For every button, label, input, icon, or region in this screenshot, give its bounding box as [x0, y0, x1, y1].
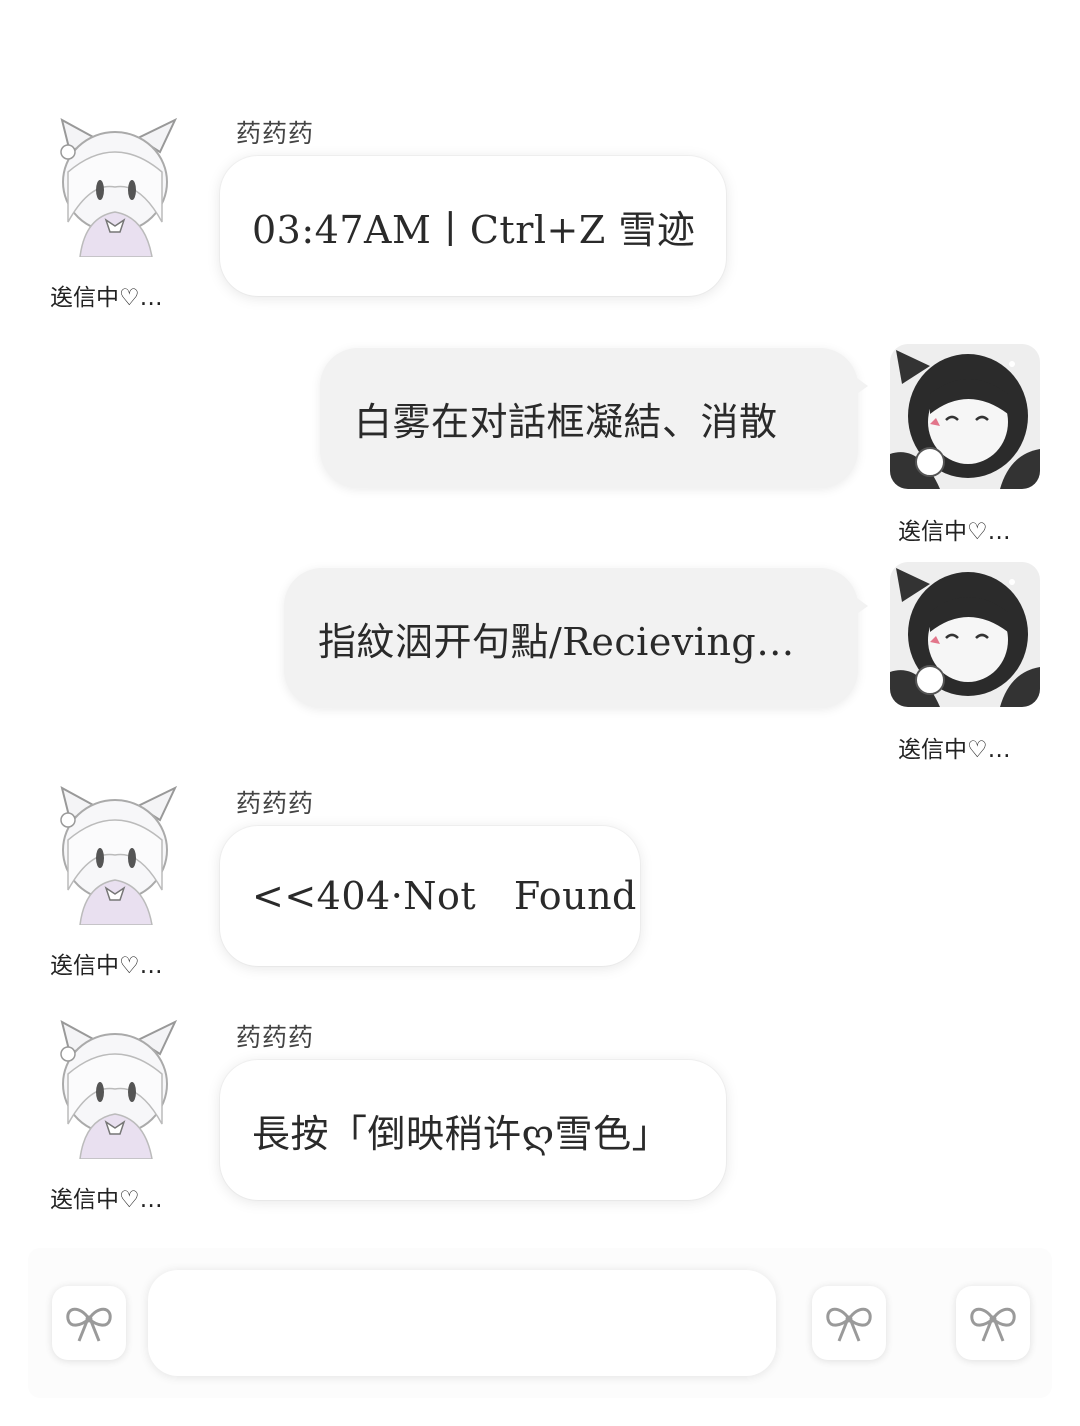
message-bubble[interactable]: 白雾在对話框凝結、消散 — [320, 348, 868, 488]
white-haired-cat-girl-avatar — [40, 780, 190, 925]
message-text: 03:47AM丨Ctrl+Z 雪迹 — [252, 207, 696, 252]
message-input[interactable] — [148, 1270, 776, 1376]
bow-icon — [826, 1307, 872, 1342]
message-bubble[interactable]: 長按「倒映稍许ღ雪色」 — [220, 1060, 726, 1200]
white-haired-cat-girl-avatar — [40, 112, 190, 257]
bow-icon — [66, 1307, 112, 1342]
send-status: 逘信中♡… — [898, 737, 1011, 763]
bow-button-right[interactable] — [956, 1286, 1030, 1360]
sender-name: 药药药 — [236, 1023, 315, 1052]
self-avatar[interactable] — [890, 562, 1040, 707]
bow-button-middle[interactable] — [812, 1286, 886, 1360]
message-bubble[interactable]: <<404·Not Found — [220, 826, 640, 966]
self-avatar[interactable] — [890, 344, 1040, 489]
contact-avatar[interactable] — [40, 780, 190, 925]
send-status: 逘信中♡… — [50, 953, 163, 979]
sender-name: 药药药 — [236, 789, 315, 818]
bow-button-left[interactable] — [52, 1286, 126, 1360]
bow-icon — [970, 1307, 1016, 1342]
message-text: 指紋洇开句點/Recieving… — [318, 619, 795, 664]
message-bubble[interactable]: 指紋洇开句點/Recieving… — [284, 568, 868, 708]
contact-avatar[interactable] — [40, 1014, 190, 1159]
dark-haired-cat-girl-avatar — [890, 344, 1040, 489]
send-status: 逘信中♡… — [50, 1187, 163, 1213]
sender-name: 药药药 — [236, 119, 315, 148]
chat-screen: 逘信中♡… 药药药 03:47AM丨Ctrl+Z 雪迹 白雾在对話框凝結、消散 … — [0, 0, 1080, 1426]
message-text: 白雾在对話框凝結、消散 — [354, 399, 778, 444]
send-status: 逘信中♡… — [50, 285, 163, 311]
send-status: 逘信中♡… — [898, 519, 1011, 545]
message-bubble[interactable]: 03:47AM丨Ctrl+Z 雪迹 — [220, 156, 726, 296]
dark-haired-cat-girl-avatar — [890, 562, 1040, 707]
message-text: <<404·Not Found — [252, 874, 637, 918]
contact-avatar[interactable] — [40, 112, 190, 257]
white-haired-cat-girl-avatar — [40, 1014, 190, 1159]
message-text: 長按「倒映稍许ღ雪色」 — [252, 1111, 671, 1156]
